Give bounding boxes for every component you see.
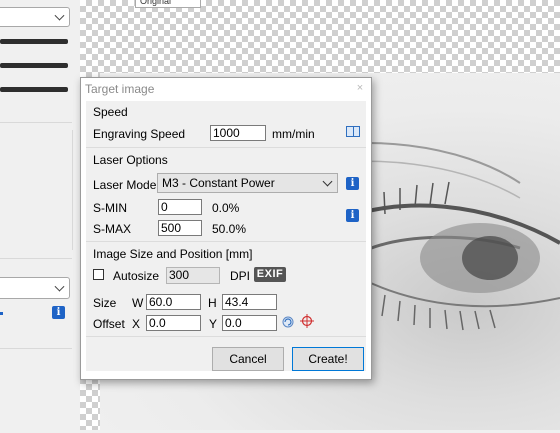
smin-percent: 0.0% [212,201,240,215]
power-info-icon[interactable]: i [346,209,359,222]
engraving-speed-field[interactable]: 1000 [210,125,266,141]
image-group-title: Image Size and Position [mm] [93,247,253,261]
left-bottom-combo[interactable] [0,277,70,299]
dialog-title: Target image [85,82,155,96]
laser-mode-label: Laser Mode [93,178,157,192]
left-divider-3 [0,348,72,349]
left-slider-3[interactable] [0,87,68,92]
cancel-button[interactable]: Cancel [212,347,284,371]
left-top-combo[interactable] [0,7,70,27]
smax-field[interactable]: 500 [158,220,202,236]
target-image-dialog: Target image × Speed Engraving Speed 100… [80,77,372,380]
size-label: Size [93,296,117,310]
speed-group-divider [86,147,366,148]
crosshair-icon[interactable] [300,314,314,328]
y-offset-field[interactable]: 0.0 [222,315,277,331]
smin-field[interactable]: 0 [158,199,202,215]
height-label: H [208,296,217,310]
book-icon[interactable] [346,126,360,137]
canvas-tab[interactable]: Original [135,0,201,8]
dpi-field[interactable]: 300 [166,267,220,284]
laser-group-divider [86,241,366,242]
left-slider-2[interactable] [0,63,68,68]
left-panel: i [0,0,80,430]
laser-mode-info-icon[interactable]: i [346,177,359,190]
left-divider-2 [0,258,72,259]
x-label: X [132,317,141,331]
smax-percent: 50.0% [212,222,247,236]
width-label: W [132,296,144,310]
dialog-body: Speed Engraving Speed 1000 mm/min Laser … [86,101,366,371]
left-slider-1[interactable] [0,39,68,44]
laser-group-title: Laser Options [93,153,168,167]
width-field[interactable]: 60.0 [146,294,201,310]
engraving-speed-unit: mm/min [272,127,315,141]
autosize-label: Autosize [113,269,160,283]
smin-label: S-MIN [93,201,127,215]
left-divider-1 [0,122,72,123]
refresh-icon[interactable] [282,316,294,328]
chevron-down-icon [322,176,333,187]
smax-label: S-MAX [93,222,132,236]
exif-button[interactable]: EXIF [254,267,286,282]
engraving-speed-label: Engraving Speed [93,127,186,141]
speed-group-title: Speed [93,105,128,119]
create-button[interactable]: Create! [292,347,364,371]
left-divider-v [72,130,73,250]
laser-mode-value: M3 - Constant Power [162,176,275,190]
close-icon[interactable]: × [355,83,365,94]
y-label: Y [209,317,218,331]
offset-label: Offset [93,317,125,331]
dpi-label: DPI [230,269,251,283]
height-field[interactable]: 43.4 [222,294,277,310]
laser-mode-select[interactable]: M3 - Constant Power [157,173,338,193]
image-group-divider [86,336,366,337]
left-marker [0,312,3,315]
autosize-checkbox[interactable] [93,269,104,280]
x-offset-field[interactable]: 0.0 [146,315,201,331]
left-info-icon[interactable]: i [52,306,65,319]
